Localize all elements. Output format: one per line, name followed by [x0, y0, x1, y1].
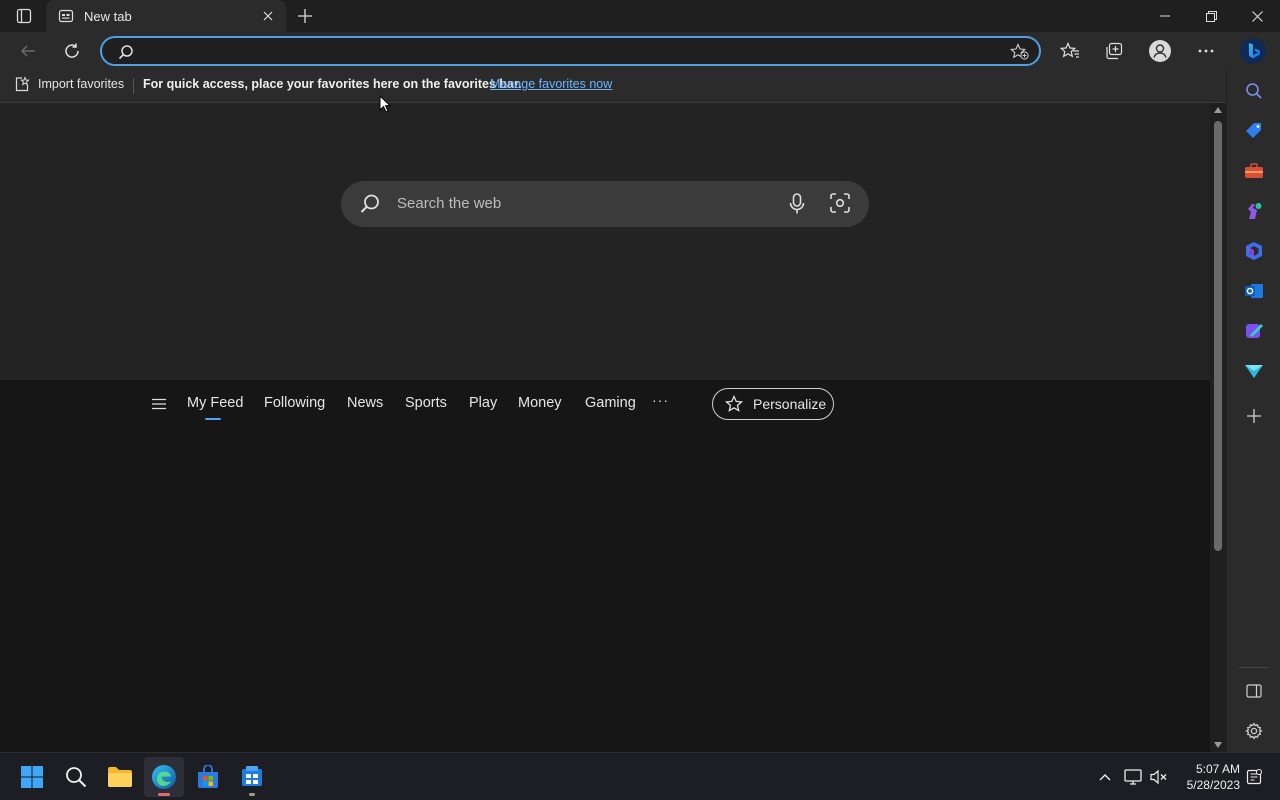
add-icon[interactable] [1240, 402, 1268, 430]
address-input[interactable] [142, 41, 1002, 61]
collections-button[interactable] [1098, 36, 1130, 66]
back-button[interactable] [12, 36, 44, 66]
tab-play[interactable]: Play [469, 395, 497, 411]
menu-icon[interactable] [148, 393, 170, 415]
shopping-tag-icon[interactable] [1240, 117, 1268, 145]
sidebar-search-icon[interactable] [1240, 77, 1268, 105]
microphone-icon[interactable] [787, 192, 807, 221]
settings-gear-icon[interactable] [1240, 717, 1268, 745]
personalize-star-icon [725, 395, 743, 413]
volume-muted-icon[interactable] [1149, 765, 1169, 789]
import-favorites-label: Import favorites [38, 77, 125, 91]
hide-sidebar-icon[interactable] [1240, 677, 1268, 705]
sidebar-divider [1239, 667, 1269, 668]
tab-my-feed[interactable]: My Feed [187, 395, 243, 411]
tab-following[interactable]: Following [264, 395, 325, 411]
restore-button[interactable] [1188, 0, 1234, 32]
notifications-icon[interactable] [1244, 765, 1264, 789]
tab-actions-icon[interactable] [10, 6, 38, 26]
new-tab-page-icon [58, 8, 74, 24]
browser-toolbar [0, 32, 1280, 70]
favorites-divider [133, 78, 134, 94]
feed-navigation: My Feed Following News Sports Play Money… [0, 380, 1210, 430]
new-tab-button[interactable] [292, 4, 318, 28]
designer-icon[interactable] [1240, 317, 1268, 345]
tab-sports[interactable]: Sports [405, 395, 447, 411]
new-tab-page: Search the web My Feed Following News Sp… [0, 103, 1210, 752]
search-placeholder: Search the web [397, 195, 502, 212]
drop-icon[interactable] [1240, 357, 1268, 385]
taskbar: 5:07 AM 5/28/2023 [0, 752, 1280, 800]
hero-area: Search the web [0, 103, 1210, 380]
profile-avatar[interactable] [1144, 36, 1176, 66]
search-icon [359, 193, 381, 220]
clock-date: 5/28/2023 [1186, 778, 1240, 792]
microsoft-store-icon[interactable] [188, 757, 228, 797]
clock-time: 5:07 AM [1195, 762, 1240, 776]
title-bar: New tab [0, 0, 1280, 32]
app-window-icon[interactable] [232, 757, 272, 797]
tab-title: New tab [84, 8, 132, 24]
mouse-cursor-icon [379, 94, 392, 118]
favorites-bar: Import favorites For quick access, place… [0, 70, 1226, 103]
address-bar[interactable] [100, 36, 1041, 66]
close-window-button[interactable] [1234, 0, 1280, 32]
office-icon[interactable] [1240, 237, 1268, 265]
personalize-label: Personalize [753, 396, 827, 412]
close-tab-icon[interactable] [254, 2, 282, 30]
scrollbar-thumb[interactable] [1214, 121, 1222, 551]
bing-chat-icon[interactable] [1236, 36, 1270, 66]
favorites-hint: For quick access, place your favorites h… [143, 77, 522, 91]
start-button[interactable] [12, 757, 52, 797]
taskbar-search-icon[interactable] [56, 757, 96, 797]
favorites-button[interactable] [1054, 36, 1086, 66]
tools-icon[interactable] [1240, 157, 1268, 185]
web-search-box[interactable]: Search the web [341, 181, 869, 227]
show-hidden-icons-chevron-icon[interactable] [1095, 765, 1115, 789]
visual-search-icon[interactable] [829, 192, 851, 219]
edge-taskbar-icon[interactable] [144, 757, 184, 797]
scroll-up-arrow[interactable] [1214, 107, 1222, 113]
personalize-button[interactable]: Personalize [712, 388, 834, 420]
file-explorer-icon[interactable] [100, 757, 140, 797]
search-icon [118, 44, 134, 65]
system-clock[interactable]: 5:07 AM 5/28/2023 [1176, 761, 1240, 793]
more-tabs-button[interactable]: ··· [652, 392, 669, 408]
add-favorite-icon[interactable] [1009, 43, 1030, 66]
active-tab-indicator [205, 418, 221, 420]
manage-favorites-link[interactable]: Manage favorites now [490, 77, 612, 91]
tab-gaming[interactable]: Gaming [585, 395, 636, 411]
edge-sidebar [1226, 70, 1280, 752]
tab-news[interactable]: News [347, 395, 383, 411]
games-icon[interactable] [1240, 197, 1268, 225]
refresh-button[interactable] [56, 36, 88, 66]
scroll-down-arrow[interactable] [1214, 742, 1222, 748]
active-app-indicator [158, 793, 170, 796]
minimize-button[interactable] [1142, 0, 1188, 32]
more-options-button[interactable] [1190, 36, 1222, 66]
outlook-icon[interactable] [1240, 277, 1268, 305]
running-app-indicator [249, 793, 255, 796]
import-icon [14, 76, 30, 92]
tab-new-tab[interactable]: New tab [46, 0, 286, 32]
page-scrollbar[interactable] [1210, 103, 1226, 752]
import-favorites-button[interactable]: Import favorites [14, 76, 124, 92]
display-icon[interactable] [1123, 765, 1143, 789]
tab-money[interactable]: Money [518, 395, 562, 411]
